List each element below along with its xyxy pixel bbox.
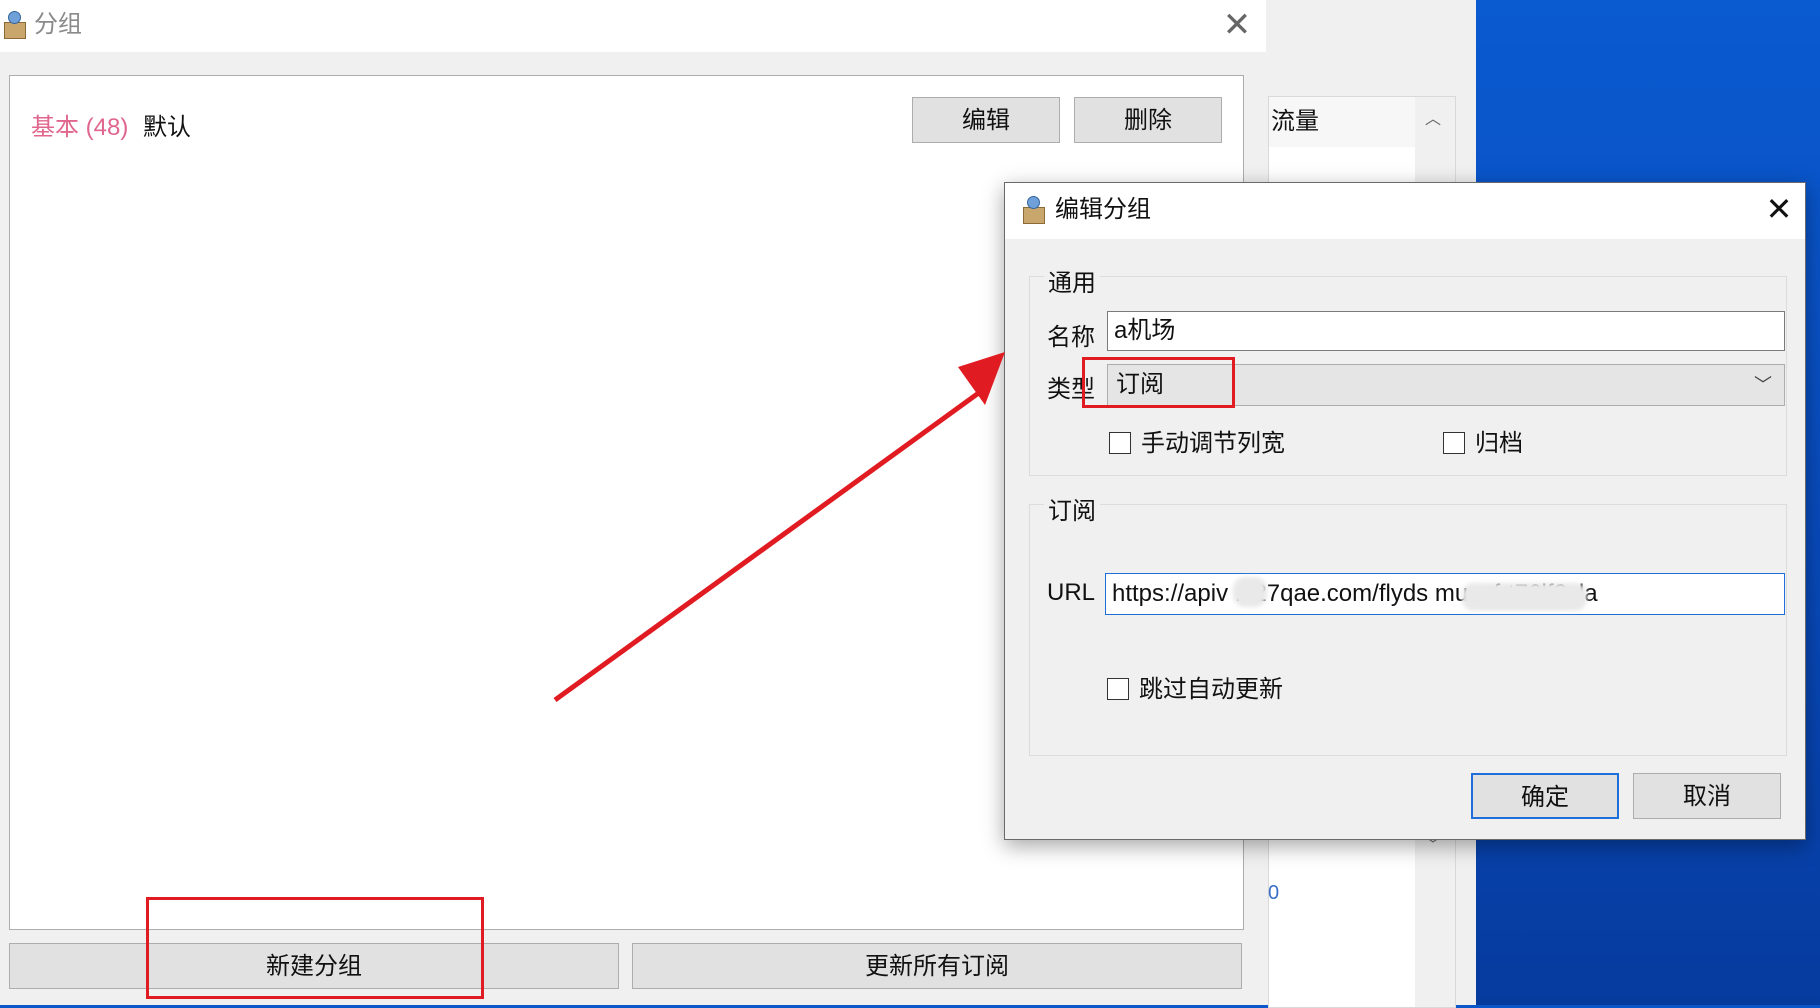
checkbox-icon[interactable] — [1107, 678, 1129, 700]
url-input[interactable]: https://apiv .v27qae.com/flyds muavfrt76… — [1105, 573, 1785, 615]
manual-column-width-checkbox[interactable]: 手动调节列宽 — [1109, 423, 1285, 458]
skip-auto-update-label: 跳过自动更新 — [1139, 676, 1283, 703]
group-window-title: 分组 — [34, 11, 82, 38]
redaction-blur — [1233, 577, 1267, 607]
edit-dialog-titlebar: 编辑分组 ✕ — [1005, 183, 1805, 239]
background-partial-value: 0 — [1268, 882, 1280, 904]
ok-button[interactable]: 确定 — [1471, 773, 1619, 819]
archive-label: 归档 — [1475, 430, 1523, 457]
app-icon — [0, 10, 28, 39]
delete-button[interactable]: 删除 — [1074, 97, 1222, 143]
archive-checkbox[interactable]: 归档 — [1443, 423, 1523, 458]
manual-column-width-label: 手动调节列宽 — [1141, 430, 1285, 457]
app-icon — [1019, 195, 1047, 224]
group-tab-basic[interactable]: 基本 (48) — [31, 107, 128, 142]
redaction-blur — [1462, 583, 1587, 611]
skip-auto-update-checkbox[interactable]: 跳过自动更新 — [1107, 669, 1283, 704]
subscription-section — [1029, 504, 1787, 756]
close-icon[interactable]: ✕ — [1759, 189, 1799, 229]
url-label: URL — [1047, 579, 1096, 606]
name-label: 名称 — [1047, 324, 1095, 351]
chevron-up-icon[interactable]: ︿ — [1425, 105, 1441, 129]
cancel-button[interactable]: 取消 — [1633, 773, 1781, 819]
subscription-legend: 订阅 — [1044, 491, 1100, 526]
edit-button[interactable]: 编辑 — [912, 97, 1060, 143]
update-all-subscriptions-button[interactable]: 更新所有订阅 — [632, 943, 1242, 989]
background-list-header[interactable]: 流量 — [1269, 97, 1417, 147]
general-legend: 通用 — [1044, 263, 1100, 298]
annotation-highlight-new-group — [146, 897, 484, 999]
chevron-down-icon[interactable]: ﹀ — [1754, 365, 1772, 405]
name-input[interactable]: a机场 — [1107, 311, 1785, 351]
group-tab-default[interactable]: 默认 — [143, 107, 191, 142]
annotation-highlight-type — [1082, 357, 1235, 408]
checkbox-icon[interactable] — [1443, 432, 1465, 454]
edit-group-dialog: 编辑分组 ✕ 通用 名称 a机场 类型 订阅 ﹀ 手动调节列宽 归档 订阅 UR… — [1004, 182, 1806, 840]
close-icon[interactable]: ✕ — [1214, 2, 1260, 48]
edit-dialog-title: 编辑分组 — [1055, 196, 1151, 223]
group-window-titlebar: 分组 ✕ — [0, 0, 1266, 52]
checkbox-icon[interactable] — [1109, 432, 1131, 454]
